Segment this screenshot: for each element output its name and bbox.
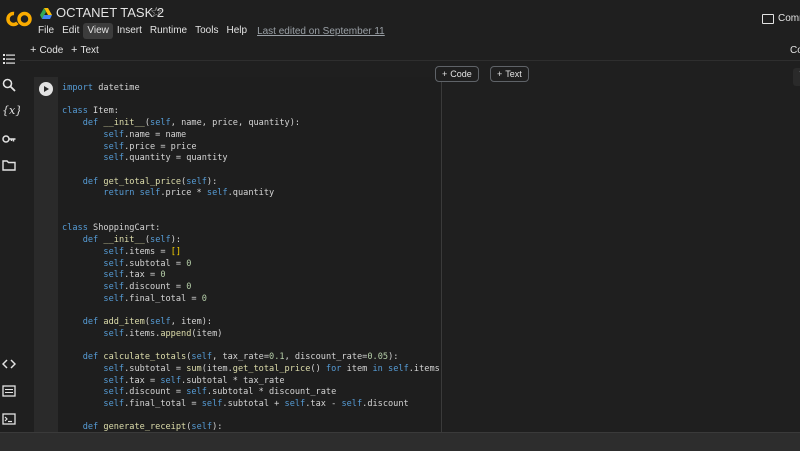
terminal-icon[interactable] [2,412,16,426]
cell-gutter [34,77,58,432]
code-line: self.quantity = quantity [103,153,228,164]
star-icon[interactable]: ☆ [150,4,163,21]
comment-button[interactable]: Comment [762,13,800,24]
code-cell[interactable]: import datetime class Item: def __init__… [34,77,800,432]
google-drive-icon[interactable] [40,8,52,19]
command-palette-icon[interactable] [2,384,16,398]
menu-view[interactable]: View [83,23,113,39]
code-line: self.price = price [103,141,197,152]
notebook-toolbar: +Code +Text Co [0,42,800,61]
code-line: self.subtotal = 0 [103,258,192,269]
code-line: self.final_total = 0 [103,293,207,304]
colab-logo[interactable] [6,9,32,29]
code-line: def generate_receipt(self): [82,422,223,432]
code-line: class ShoppingCart: [62,223,161,234]
add-text-cell-button[interactable]: + Text [71,44,99,56]
plus-icon: + [497,69,503,79]
app-header: OCTANET TASK 2 ☆ File Edit View Insert R… [0,0,800,42]
left-sidebar: {x} [0,42,22,451]
insert-text-button[interactable]: + Text [490,66,529,82]
code-line: def __init__(self, name, price, quantity… [82,118,301,129]
connect-button[interactable]: Co [790,45,800,56]
code-line: self.name = name [103,129,187,140]
menu-insert[interactable]: Insert [113,23,146,39]
menu-bar: File Edit View Insert Runtime Tools Help… [34,23,385,39]
plus-icon: + [71,44,78,56]
plus-icon: + [30,44,37,56]
code-line: self.discount = self.subtotal * discount… [103,387,337,398]
code-line: def get_total_price(self): [82,176,218,187]
code-line: import datetime [62,83,140,93]
code-line: self.tax = 0 [103,270,166,281]
search-icon[interactable] [2,78,16,92]
code-line: def calculate_totals(self, tax_rate=0.1,… [82,352,399,363]
code-editor[interactable]: import datetime class Item: def __init__… [58,77,442,432]
secrets-key-icon[interactable] [2,132,16,146]
code-line: self.items = [] [103,246,182,257]
menu-help[interactable]: Help [222,23,251,39]
menu-runtime[interactable]: Runtime [146,23,191,39]
menu-tools[interactable]: Tools [191,23,222,39]
menu-edit[interactable]: Edit [58,23,83,39]
code-text: import datetime class Item: def __init__… [62,83,441,432]
notebook-main: import datetime class Item: def __init__… [20,62,800,432]
code-line: def __init__(self): [82,235,182,246]
insert-text-label: Text [505,69,522,79]
status-bar [0,432,800,451]
run-cell-button[interactable] [39,82,53,96]
code-line: self.tax = self.subtotal * tax_rate [103,375,285,386]
variables-icon[interactable]: {x} [2,104,22,118]
add-code-label: Code [39,45,64,56]
code-line: self.final_total = self.subtotal + self.… [103,398,409,409]
comment-label: Comment [778,13,800,24]
add-code-cell-button[interactable]: + Code [30,44,63,56]
menu-file[interactable]: File [34,23,58,39]
add-text-label: Text [80,45,99,56]
insert-code-button[interactable]: + Code [435,66,479,82]
cell-toolbar-move-up-down[interactable]: ↑ ↓ [793,68,800,86]
cell-output-area [443,77,800,432]
notebook-title[interactable]: OCTANET TASK 2 [56,5,164,20]
code-line: def add_item(self, item): [82,317,213,328]
code-snippets-icon[interactable] [1,357,17,371]
code-line: return self.price * self.quantity [103,188,275,199]
code-line: class Item: [62,106,119,117]
last-edited-link[interactable]: Last edited on September 11 [257,26,385,37]
plus-icon: + [442,69,448,79]
code-line: self.subtotal = sum(item.get_total_price… [103,363,442,374]
comment-icon [762,13,774,24]
files-folder-icon[interactable] [2,158,16,172]
insert-code-label: Code [450,69,472,79]
code-line: self.discount = 0 [103,281,192,292]
code-line: self.items.append(item) [103,328,223,339]
toc-icon[interactable] [2,52,16,66]
